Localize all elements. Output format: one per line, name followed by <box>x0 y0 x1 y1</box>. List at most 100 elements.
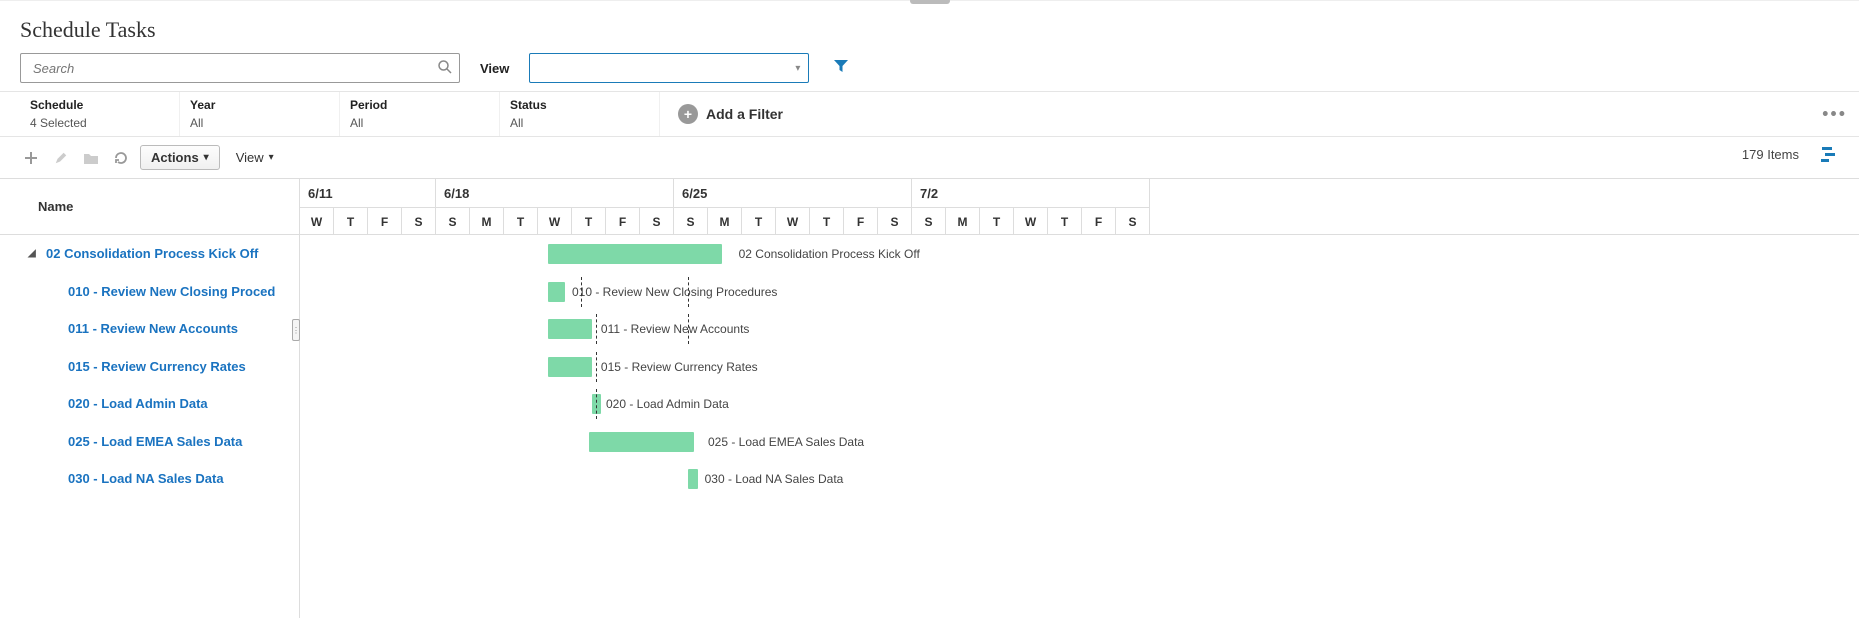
filter-bar: Schedule 4 Selected Year All Period All … <box>0 91 1859 137</box>
refresh-icon[interactable] <box>110 147 132 169</box>
tree-child-row[interactable]: 011 - Review New Accounts <box>0 310 299 348</box>
gantt-bar-label: 011 - Review New Accounts <box>601 322 750 336</box>
add-filter-label: Add a Filter <box>706 106 783 122</box>
day-header-row: WTFSSMTWTFSSMTWTFSSMTWTFS <box>300 207 1859 235</box>
add-filter-button[interactable]: + Add a Filter <box>660 92 783 136</box>
drag-handle[interactable] <box>910 0 950 4</box>
day-header-cell[interactable]: S <box>436 207 470 235</box>
tree-child-row[interactable]: 025 - Load EMEA Sales Data <box>0 423 299 461</box>
day-header-cell[interactable]: W <box>776 207 810 235</box>
tree-child-row[interactable]: 030 - Load NA Sales Data <box>0 460 299 498</box>
gantt-bar[interactable] <box>589 432 694 452</box>
filter-value: All <box>350 116 489 130</box>
day-header-cell[interactable]: S <box>1116 207 1150 235</box>
search-box[interactable] <box>20 53 460 83</box>
search-icon[interactable] <box>437 59 453 78</box>
edit-icon[interactable] <box>50 147 72 169</box>
tree-child-row[interactable]: 010 - Review New Closing Proced <box>0 273 299 311</box>
filter-value: All <box>190 116 329 130</box>
day-header-cell[interactable]: S <box>878 207 912 235</box>
grid-area: Name ◢02 Consolidation Process Kick Off0… <box>0 178 1859 618</box>
day-header-cell[interactable]: M <box>946 207 980 235</box>
gantt-bar-label: 020 - Load Admin Data <box>606 397 729 411</box>
gantt-bar[interactable] <box>548 319 592 339</box>
day-header-cell[interactable]: T <box>334 207 368 235</box>
day-header-cell[interactable]: F <box>844 207 878 235</box>
day-header-cell[interactable]: F <box>1082 207 1116 235</box>
timeline-header: 6/116/186/257/2 WTFSSMTWTFSSMTWTFSSMTWTF… <box>300 179 1859 235</box>
dependency-marker <box>688 277 689 307</box>
dependency-marker <box>688 314 689 344</box>
filter-icon[interactable] <box>833 58 849 79</box>
day-header-cell[interactable]: M <box>470 207 504 235</box>
tree-child-row[interactable]: 020 - Load Admin Data <box>0 385 299 423</box>
tree-node-label: 030 - Load NA Sales Data <box>68 471 224 486</box>
add-icon[interactable] <box>20 147 42 169</box>
actions-button[interactable]: Actions ▾ <box>140 145 220 170</box>
overflow-menu-icon[interactable]: ••• <box>1822 104 1847 125</box>
gantt-row: 010 - Review New Closing Procedures <box>300 273 1859 311</box>
gantt-body[interactable]: 02 Consolidation Process Kick Off010 - R… <box>300 235 1859 498</box>
resize-handle[interactable]: ⋮ <box>292 319 300 341</box>
gantt-bar[interactable] <box>548 357 592 377</box>
gantt-panel: 6/116/186/257/2 WTFSSMTWTFSSMTWTFSSMTWTF… <box>300 179 1859 618</box>
gantt-bar-label: 025 - Load EMEA Sales Data <box>708 435 864 449</box>
search-input[interactable] <box>31 60 437 77</box>
dependency-marker <box>596 314 597 344</box>
day-header-cell[interactable]: T <box>572 207 606 235</box>
gantt-row: 030 - Load NA Sales Data <box>300 460 1859 498</box>
week-header-row: 6/116/186/257/2 <box>300 179 1859 207</box>
gantt-bar[interactable] <box>548 282 565 302</box>
week-header-cell[interactable]: 6/11 <box>300 179 436 207</box>
day-header-cell[interactable]: W <box>300 207 334 235</box>
gantt-bar[interactable] <box>548 244 721 264</box>
filter-year[interactable]: Year All <box>180 92 340 136</box>
day-header-cell[interactable]: M <box>708 207 742 235</box>
gantt-bar-label: 015 - Review Currency Rates <box>601 360 758 374</box>
plus-circle-icon: + <box>678 104 698 124</box>
folder-icon[interactable] <box>80 147 102 169</box>
task-tree: ◢02 Consolidation Process Kick Off 010 - … <box>0 235 299 498</box>
filter-label: Year <box>190 98 329 112</box>
day-header-cell[interactable]: T <box>1048 207 1082 235</box>
gantt-bar[interactable] <box>688 469 698 489</box>
view-label: View <box>480 61 509 76</box>
day-header-cell[interactable]: F <box>606 207 640 235</box>
day-header-cell[interactable]: T <box>742 207 776 235</box>
week-header-cell[interactable]: 6/25 <box>674 179 912 207</box>
filter-label: Period <box>350 98 489 112</box>
expander-icon[interactable]: ◢ <box>28 248 42 259</box>
tree-node-label: 010 - Review New Closing Proced <box>68 284 275 299</box>
filter-schedule[interactable]: Schedule 4 Selected <box>20 92 180 136</box>
day-header-cell[interactable]: W <box>1014 207 1048 235</box>
week-header-cell[interactable]: 6/18 <box>436 179 674 207</box>
day-header-cell[interactable]: T <box>980 207 1014 235</box>
day-header-cell[interactable]: W <box>538 207 572 235</box>
day-header-cell[interactable]: S <box>640 207 674 235</box>
week-header-cell[interactable]: 7/2 <box>912 179 1150 207</box>
day-header-cell[interactable]: T <box>504 207 538 235</box>
filter-value: All <box>510 116 649 130</box>
filter-value: 4 Selected <box>30 116 169 130</box>
filter-label: Status <box>510 98 649 112</box>
page-title: Schedule Tasks <box>0 1 1859 53</box>
name-column-header[interactable]: Name <box>0 179 299 235</box>
day-header-cell[interactable]: F <box>368 207 402 235</box>
gantt-row: 011 - Review New Accounts <box>300 310 1859 348</box>
day-header-cell[interactable]: S <box>402 207 436 235</box>
day-header-cell[interactable]: S <box>912 207 946 235</box>
day-header-cell[interactable]: T <box>810 207 844 235</box>
filter-label: Schedule <box>30 98 169 112</box>
day-header-cell[interactable]: S <box>674 207 708 235</box>
gantt-bar-label: 030 - Load NA Sales Data <box>705 472 844 486</box>
gantt-row: 025 - Load EMEA Sales Data <box>300 423 1859 461</box>
view-select[interactable]: ▾ <box>529 53 809 83</box>
gantt-mode-icon[interactable] <box>1819 143 1841 168</box>
items-count: 179 Items <box>1742 147 1799 162</box>
filter-status[interactable]: Status All <box>500 92 660 136</box>
tree-child-row[interactable]: 015 - Review Currency Rates <box>0 348 299 386</box>
tree-parent-row[interactable]: ◢02 Consolidation Process Kick Off <box>0 235 299 273</box>
filter-period[interactable]: Period All <box>340 92 500 136</box>
view-button[interactable]: View ▾ <box>228 146 282 169</box>
actions-label: Actions <box>151 150 199 165</box>
